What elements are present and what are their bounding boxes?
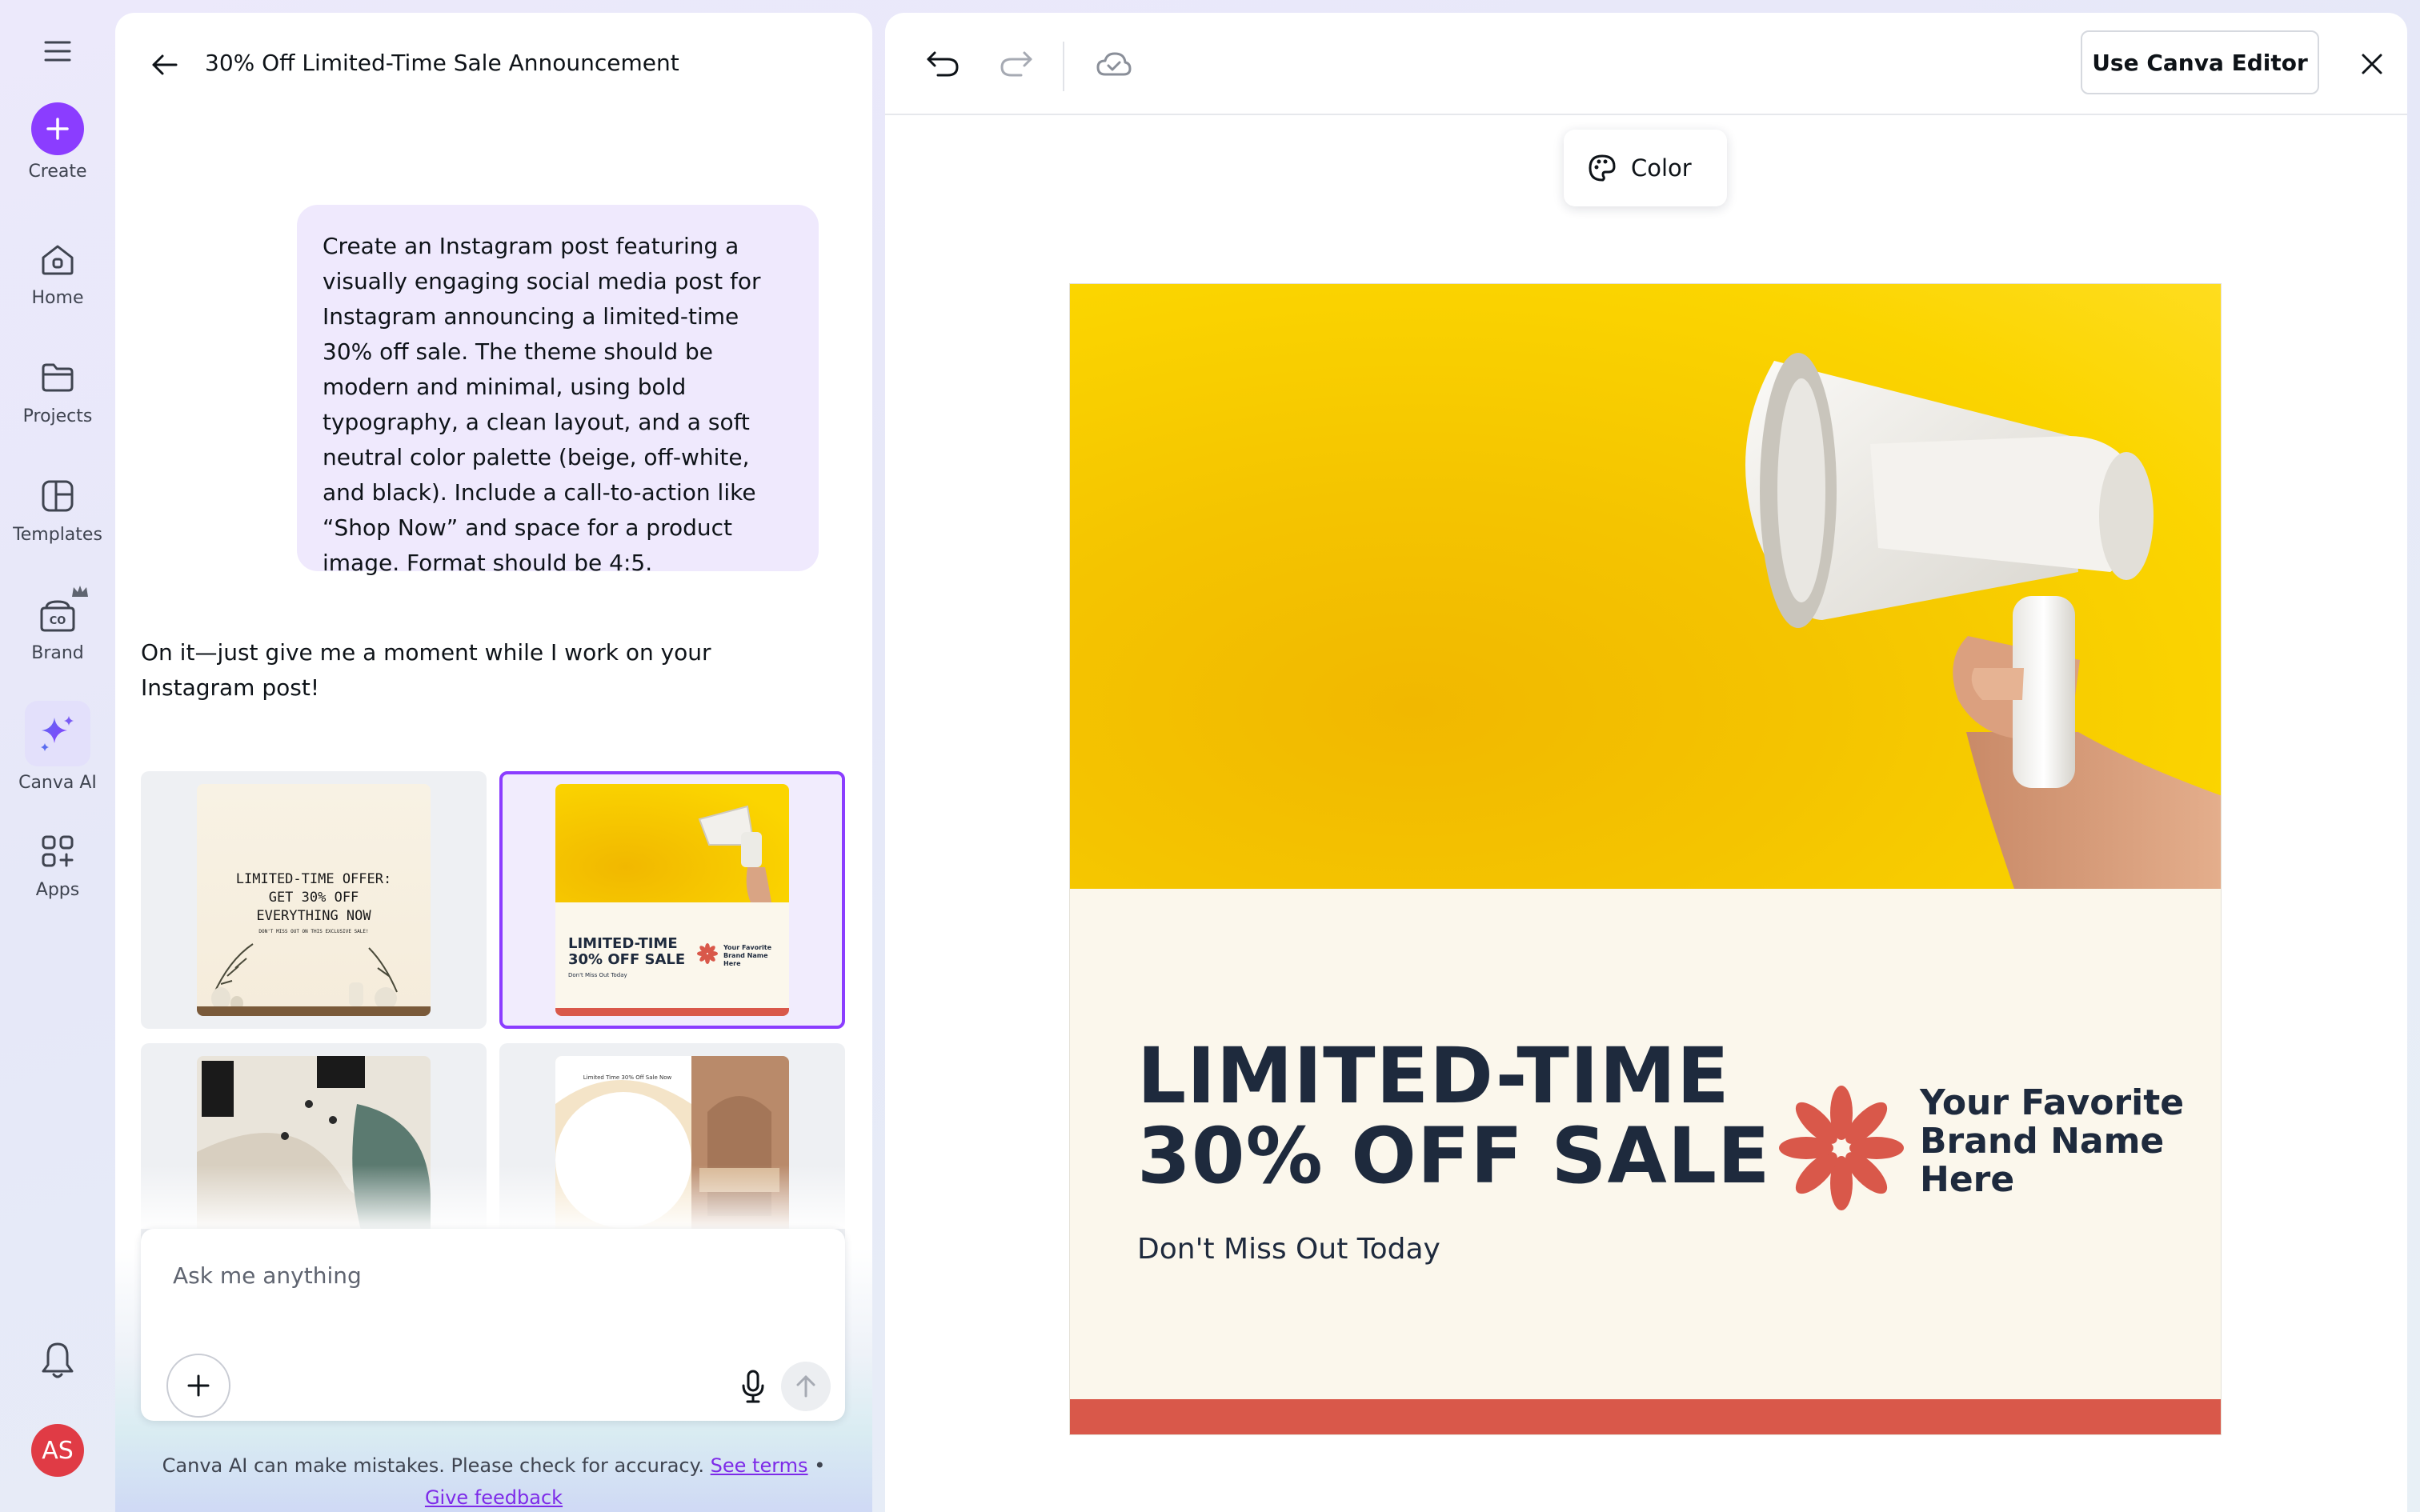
nav-apps[interactable]: Apps [0,829,115,900]
thumb2-megaphone [698,805,771,902]
give-feedback-link[interactable]: Give feedback [425,1486,563,1509]
create-button[interactable] [31,102,84,155]
toolbar-divider [1063,42,1064,91]
user-prompt-bubble: Create an Instagram post featuring a vis… [297,205,819,576]
megaphone-illustration [1745,353,2221,889]
thumb2-line2: 30% OFF SALE [568,951,686,968]
templates-icon [35,474,80,518]
design-option-2-preview: LIMITED-TIME 30% OFF SALE Don't Miss Out… [555,784,789,1016]
thumbnail-fade [115,1165,872,1229]
undo-icon [927,51,959,77]
close-button[interactable] [2348,40,2396,88]
design-option-1-preview: LIMITED-TIME OFFER: GET 30% OFF EVERYTHI… [197,784,431,1016]
apps-icon [35,829,80,874]
close-icon [2362,54,2382,74]
color-button[interactable]: Color [1564,130,1727,206]
nav-brand-label: Brand [31,643,84,663]
crown-icon [72,586,88,597]
disclaimer-text: Canva AI can make mistakes. Please check… [162,1454,705,1477]
nav-apps-label: Apps [35,880,80,900]
nav-templates-label: Templates [13,525,102,545]
palette-icon [1589,154,1616,182]
attach-button[interactable] [166,1354,230,1418]
left-nav-rail: Create Home Projects Templates CO Brand [0,0,115,1512]
nav-projects-label: Projects [22,406,93,426]
nav-templates[interactable]: Templates [0,474,115,545]
thumb2-flower-logo [697,943,718,964]
chat-panel: 30% Off Limited-Time Sale Announcement C… [115,13,872,1512]
use-canva-editor-button[interactable]: Use Canva Editor [2081,30,2319,94]
nav-projects[interactable]: Projects [0,355,115,426]
design-option-1[interactable]: LIMITED-TIME OFFER: GET 30% OFF EVERYTHI… [141,771,487,1029]
prompt-input-box [141,1229,845,1421]
plus-icon [187,1374,210,1397]
nav-canva-ai-label: Canva AI [18,773,97,793]
chat-title: 30% Off Limited-Time Sale Announcement [205,50,679,76]
brand-line-3: Here [1920,1159,2015,1200]
nav-create-label: Create [28,162,87,182]
color-button-label: Color [1631,154,1692,182]
microphone-icon [742,1370,764,1403]
folder-icon [35,355,80,400]
menu-icon [35,29,80,74]
brand-line-1: Your Favorite [1920,1082,2185,1123]
ai-reply-message: On it—just give me a moment while I work… [141,639,711,701]
nav-canva-ai[interactable]: Canva AI [0,701,115,793]
disclaimer-separator: • [814,1454,826,1477]
editor-toolbar: Use Canva Editor [885,13,2407,115]
send-arrow-icon [796,1375,815,1398]
undo-button[interactable] [919,40,967,88]
redo-icon [1000,51,1032,77]
design-brand-name[interactable]: Your Favorite Brand Name Here [1920,1084,2192,1199]
microphone-button[interactable] [733,1366,773,1406]
cloud-check-icon [1096,52,1132,76]
design-option-2[interactable]: LIMITED-TIME 30% OFF SALE Don't Miss Out… [499,771,845,1029]
ai-disclaimer: Canva AI can make mistakes. Please check… [115,1450,872,1512]
bell-icon [35,1338,80,1382]
svg-text:CO: CO [50,615,66,627]
sparkle-icon [25,701,90,766]
brand-icon: CO [35,586,88,637]
flower-logo-icon[interactable] [1777,1084,1905,1212]
nav-create[interactable]: Create [0,102,115,182]
prompt-input[interactable] [173,1256,797,1294]
vase-plants-illustration [197,943,431,1016]
design-subtext[interactable]: Don't Miss Out Today [1137,1233,1440,1266]
menu-button[interactable] [0,29,115,74]
thumb1-line1: LIMITED-TIME OFFER: [235,871,392,887]
nav-home-label: Home [31,288,84,308]
thumb2-small: Don't Miss Out Today [568,972,627,978]
back-arrow-icon[interactable] [149,49,181,81]
home-icon [35,237,80,282]
send-button[interactable] [781,1362,831,1411]
headline-line-2: 30% OFF SALE [1137,1111,1771,1201]
thumb1-line2: GET 30% OFF [268,890,359,906]
brand-line-2: Brand Name [1920,1121,2165,1162]
megaphone-image[interactable] [1070,284,2221,889]
redo-button[interactable] [992,40,1040,88]
thumb4-small: Limited Time 30% Off Sale Now [583,1074,672,1081]
headline-line-1: LIMITED-TIME [1137,1031,1730,1121]
design-headline[interactable]: LIMITED-TIME 30% OFF SALE [1137,1036,1771,1196]
thumb2-line1: LIMITED-TIME [568,935,678,952]
plus-icon [46,118,69,140]
editor-panel: Use Canva Editor Color LIMITED-TIME 30% … [885,13,2407,1512]
chat-header: 30% Off Limited-Time Sale Announcement [115,13,872,117]
user-avatar-button[interactable]: AS [0,1424,115,1477]
save-status-button[interactable] [1090,40,1138,88]
nav-home[interactable]: Home [0,237,115,308]
see-terms-link[interactable]: See terms [711,1454,808,1477]
notifications-button[interactable] [0,1338,115,1382]
avatar: AS [31,1424,84,1477]
design-bottom-bar [1070,1399,2221,1434]
thumb2-brand: Your Favorite Brand Name Here [723,944,772,967]
nav-brand[interactable]: CO Brand [0,586,115,663]
design-canvas[interactable]: LIMITED-TIME 30% OFF SALE Don't Miss Out… [1069,283,2222,1435]
